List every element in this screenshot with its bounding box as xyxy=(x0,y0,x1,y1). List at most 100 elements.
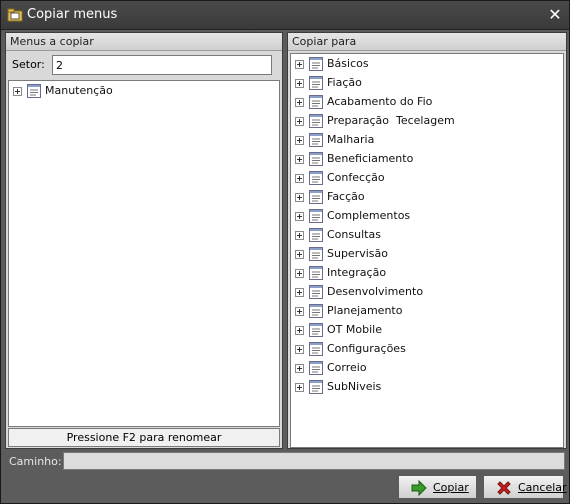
expand-icon[interactable] xyxy=(13,87,22,96)
tree-node[interactable]: SubNiveis xyxy=(293,378,553,397)
cancel-button[interactable]: Cancelar xyxy=(483,475,567,499)
menu-node-icon xyxy=(308,303,324,319)
tree-node-label: Supervisão xyxy=(327,247,388,260)
expand-icon[interactable] xyxy=(295,288,304,297)
copy-menus-dialog: Copiar menus ✕ Menus a copiar Setor: Man… xyxy=(0,0,570,504)
expand-icon[interactable] xyxy=(295,155,304,164)
tree-node-label: Integração xyxy=(327,266,387,279)
menu-node-icon xyxy=(308,284,324,300)
tree-node-label: Complementos xyxy=(327,209,411,222)
expand-icon[interactable] xyxy=(295,79,304,88)
menu-node-icon xyxy=(308,227,324,243)
expand-icon[interactable] xyxy=(295,269,304,278)
target-tree[interactable]: Básicos Fiação Acabamento do Fio Preparação… xyxy=(290,53,564,448)
expand-icon[interactable] xyxy=(295,174,304,183)
setor-input[interactable] xyxy=(52,55,272,75)
source-tree[interactable]: Manutenção xyxy=(8,80,280,427)
menu-node-icon xyxy=(308,170,324,186)
tree-node[interactable]: Consultas xyxy=(293,226,553,245)
tree-node[interactable]: Preparação Tecelagem xyxy=(293,112,553,131)
tree-node-label: SubNiveis xyxy=(327,380,382,393)
menu-node-icon xyxy=(308,341,324,357)
tree-node[interactable]: Beneficiamento xyxy=(293,150,553,169)
dialog-body: Menus a copiar Setor: Manutenção Pressio… xyxy=(2,31,569,503)
expand-icon[interactable] xyxy=(295,231,304,240)
close-button[interactable]: ✕ xyxy=(547,6,563,24)
menu-node-icon xyxy=(308,322,324,338)
expand-icon[interactable] xyxy=(295,98,304,107)
menu-node-icon xyxy=(308,379,324,395)
copy-button[interactable]: Copiar xyxy=(398,475,477,499)
tree-node[interactable]: Planejamento xyxy=(293,302,553,321)
expand-icon[interactable] xyxy=(295,307,304,316)
tree-node-label: Fiação xyxy=(327,76,362,89)
setor-row: Setor: xyxy=(8,53,280,77)
menu-node-icon xyxy=(308,56,324,72)
tree-node-label: Malharia xyxy=(327,133,375,146)
expand-icon[interactable] xyxy=(295,193,304,202)
rename-hint: Pressione F2 para renomear xyxy=(8,428,280,447)
tree-node[interactable]: Fiação xyxy=(293,74,553,93)
menu-node-icon xyxy=(308,189,324,205)
menu-node-icon xyxy=(308,113,324,129)
menu-node-icon xyxy=(308,246,324,262)
source-panel-header: Menus a copiar xyxy=(6,33,282,51)
path-row: Caminho: xyxy=(5,450,567,472)
expand-icon[interactable] xyxy=(295,383,304,392)
path-field[interactable] xyxy=(63,452,565,470)
target-panel-header: Copiar para xyxy=(288,33,566,51)
tree-node[interactable]: Desenvolvimento xyxy=(293,283,553,302)
tree-node-label: Acabamento do Fio xyxy=(327,95,433,108)
tree-node-label: OT Mobile xyxy=(327,323,382,336)
folder-icon xyxy=(7,7,23,23)
tree-node[interactable]: Básicos xyxy=(293,55,553,74)
tree-node-label: Facção xyxy=(327,190,365,203)
target-panel: Copiar para Básicos Fiação Acabamento do F… xyxy=(287,32,567,449)
menu-node-icon xyxy=(308,132,324,148)
expand-icon[interactable] xyxy=(295,326,304,335)
tree-node[interactable]: Integração xyxy=(293,264,553,283)
expand-icon[interactable] xyxy=(295,345,304,354)
menu-node-icon xyxy=(308,94,324,110)
menu-node-icon xyxy=(308,208,324,224)
expand-icon[interactable] xyxy=(295,364,304,373)
tree-node[interactable]: Facção xyxy=(293,188,553,207)
tree-node-label: Beneficiamento xyxy=(327,152,414,165)
expand-icon[interactable] xyxy=(295,250,304,259)
tree-node-label: Preparação Tecelagem xyxy=(327,114,455,127)
tree-node-label: Desenvolvimento xyxy=(327,285,424,298)
menu-node-icon xyxy=(308,265,324,281)
expand-icon[interactable] xyxy=(295,212,304,221)
menu-node-icon xyxy=(26,83,42,99)
title-bar[interactable]: Copiar menus ✕ xyxy=(1,1,569,30)
expand-icon[interactable] xyxy=(295,117,304,126)
menu-node-icon xyxy=(308,360,324,376)
tree-node-label: Configurações xyxy=(327,342,406,355)
tree-node[interactable]: Acabamento do Fio xyxy=(293,93,553,112)
expand-icon[interactable] xyxy=(295,60,304,69)
tree-node[interactable]: Complementos xyxy=(293,207,553,226)
x-mark-icon xyxy=(496,480,512,496)
tree-node-label: Correio xyxy=(327,361,367,374)
tree-node[interactable]: OT Mobile xyxy=(293,321,553,340)
arrow-right-icon xyxy=(411,479,427,497)
tree-node-label: Básicos xyxy=(327,57,369,70)
tree-node[interactable]: Malharia xyxy=(293,131,553,150)
tree-node[interactable]: Manutenção xyxy=(11,82,271,101)
tree-node-label: Planejamento xyxy=(327,304,403,317)
setor-label: Setor: xyxy=(12,58,45,71)
tree-node-label: Consultas xyxy=(327,228,381,241)
tree-node[interactable]: Correio xyxy=(293,359,553,378)
path-label: Caminho: xyxy=(9,455,62,468)
tree-node-label: Manutenção xyxy=(45,84,113,97)
tree-node[interactable]: Confecção xyxy=(293,169,553,188)
tree-node[interactable]: Supervisão xyxy=(293,245,553,264)
cancel-button-label: Cancelar xyxy=(518,481,567,494)
window-title: Copiar menus xyxy=(27,7,118,22)
tree-node-label: Confecção xyxy=(327,171,385,184)
tree-node[interactable]: Configurações xyxy=(293,340,553,359)
expand-icon[interactable] xyxy=(295,136,304,145)
menu-node-icon xyxy=(308,151,324,167)
copy-button-label: Copiar xyxy=(433,481,469,494)
source-panel: Menus a copiar Setor: Manutenção Pressio… xyxy=(5,32,283,449)
